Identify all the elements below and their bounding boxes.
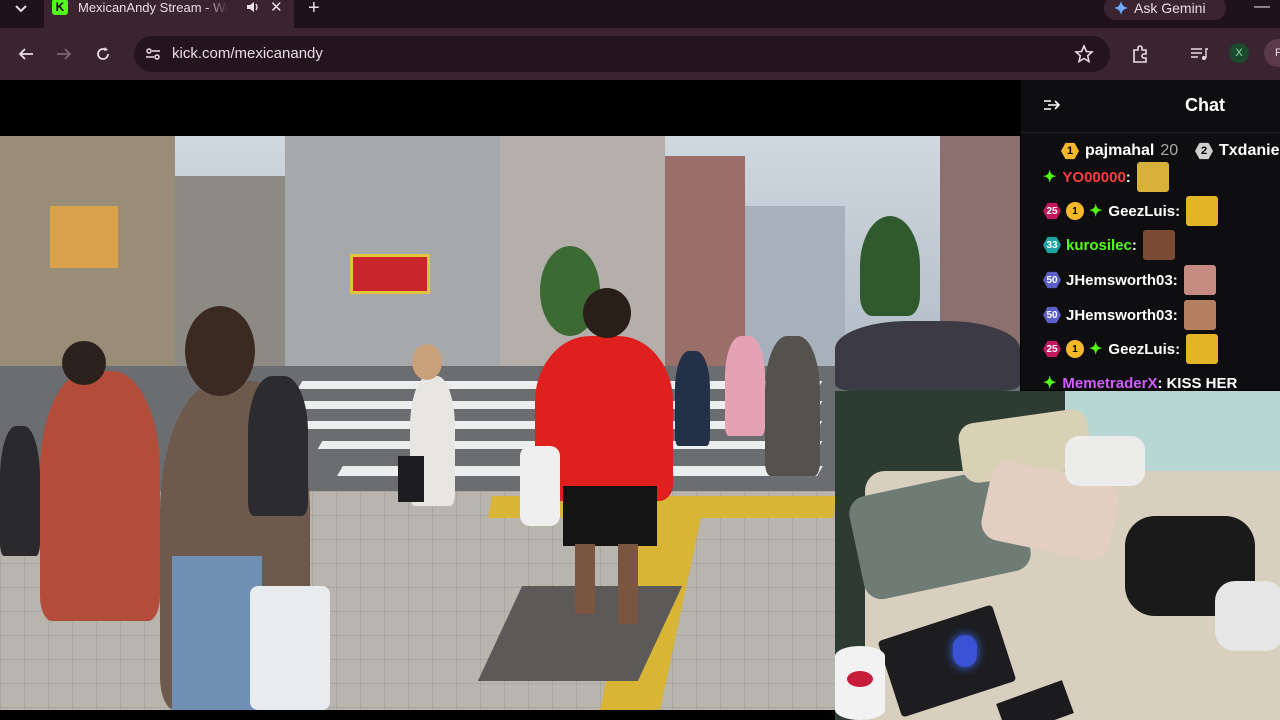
pedestrian <box>765 336 820 476</box>
chat-message[interactable]: 50 JHemsworth03: <box>1043 298 1216 332</box>
extensions-icon[interactable] <box>1131 44 1151 64</box>
gemini-label: Ask Gemini <box>1134 0 1206 16</box>
chat-message[interactable]: ✦ YO00000: <box>1043 160 1169 194</box>
browser-toolbar: kick.com/mexicanandy <box>0 28 1280 80</box>
subscriber-badge-icon: 50 <box>1043 271 1061 289</box>
pedestrian <box>248 376 308 516</box>
leaderboard-user: pajmahal <box>1085 142 1155 159</box>
emote-face-gold-icon <box>1186 196 1219 226</box>
star-icon[interactable] <box>1074 44 1094 64</box>
legs <box>575 544 595 614</box>
building <box>665 156 745 366</box>
pedestrian <box>40 371 160 621</box>
shop-sign <box>350 254 430 294</box>
chat-username[interactable]: JHemsworth03 <box>1066 307 1173 324</box>
plastic-bag <box>520 446 560 526</box>
reload-icon[interactable] <box>93 44 113 64</box>
blanket <box>1215 581 1280 651</box>
emote-face-brown-icon <box>1142 230 1175 260</box>
kick-favicon-icon: K <box>52 0 68 15</box>
suitcase <box>398 456 424 502</box>
chat-message[interactable]: 33 kurosilec: <box>1043 228 1175 262</box>
account-avatar[interactable]: X <box>1229 43 1249 63</box>
webcam-overlay <box>835 391 1280 720</box>
chat-username[interactable]: GeezLuis <box>1108 341 1175 358</box>
leaderboard-user: Txdaniel <box>1219 142 1280 159</box>
pedestrian <box>0 426 40 556</box>
audio-icon[interactable] <box>245 0 261 15</box>
tab-list-icon[interactable] <box>10 0 32 18</box>
chat-separator: : <box>1175 340 1181 358</box>
address-bar[interactable]: kick.com/mexicanandy <box>134 36 1110 72</box>
tab-strip: K MexicanAndy Stream - Watch ✕ + Ask Gem… <box>0 0 1280 28</box>
plus-icon[interactable]: + <box>308 0 320 20</box>
chat-panel: Chat 1 pajmahal 20 2 Txdaniel ✦ YO00000:2… <box>1021 80 1280 390</box>
gift-badge-icon: 1 <box>1066 340 1084 358</box>
pedestrian <box>725 336 765 436</box>
leaderboard-item[interactable]: 1 pajmahal 20 <box>1061 142 1178 160</box>
chat-header: Chat <box>1021 80 1280 132</box>
chat-username[interactable]: YO00000 <box>1062 169 1125 186</box>
chat-username[interactable]: kurosilec <box>1066 237 1132 254</box>
subscriber-badge-icon: 50 <box>1043 306 1061 324</box>
chat-username[interactable]: GeezLuis <box>1108 203 1175 220</box>
url-text: kick.com/mexicanandy <box>172 45 323 62</box>
billboard <box>50 206 118 268</box>
emote-lips-icon <box>1183 265 1216 295</box>
chat-text: KISS HER <box>1166 374 1238 391</box>
rank-badge-icon: 1 <box>1061 142 1079 160</box>
chat-message[interactable]: 25 1 ✦ GeezLuis: <box>1043 332 1219 366</box>
tab-title: MexicanAndy Stream - Watch <box>78 0 228 15</box>
subscriber-badge-icon: 33 <box>1043 236 1061 254</box>
site-info-icon[interactable] <box>144 45 162 63</box>
emote-sunglasses-icon <box>1136 162 1169 192</box>
forward-arrow-icon[interactable] <box>54 44 74 64</box>
pillow <box>1065 436 1145 486</box>
og-sparkle-icon: ✦ <box>1043 375 1057 390</box>
chat-separator: : <box>1172 306 1178 324</box>
close-icon[interactable]: ✕ <box>270 0 283 16</box>
pedestrian <box>675 351 710 446</box>
chat-username[interactable]: MemetraderX <box>1062 375 1157 391</box>
legs <box>618 544 638 624</box>
gemini-sparkle-icon <box>1114 1 1128 15</box>
emote-man-face-icon <box>1183 300 1216 330</box>
jeans <box>172 556 262 710</box>
leaderboard-item[interactable]: 2 Txdaniel <box>1195 142 1280 160</box>
og-sparkle-icon: ✦ <box>1089 341 1103 358</box>
chat-separator: : <box>1175 202 1181 220</box>
subscriber-badge-icon: 25 <box>1043 340 1061 358</box>
media-controls-icon[interactable] <box>1189 44 1209 64</box>
leaderboard-count: 20 <box>1160 142 1179 159</box>
minimize-icon[interactable]: — <box>1254 0 1270 16</box>
subscriber-badge-icon: 25 <box>1043 202 1061 220</box>
shorts <box>563 486 657 546</box>
chat-separator: : <box>1157 374 1163 391</box>
chat-username[interactable]: JHemsworth03 <box>1066 272 1173 289</box>
chat-message[interactable]: 25 1 ✦ GeezLuis: <box>1043 194 1219 228</box>
rank-badge-icon: 2 <box>1195 142 1213 160</box>
pedestrian <box>835 321 1020 391</box>
chat-separator: : <box>1172 271 1178 289</box>
gift-badge-icon: 1 <box>1066 202 1084 220</box>
og-sparkle-icon: ✦ <box>1043 169 1057 186</box>
chat-separator: : <box>1125 168 1131 186</box>
chat-title: Chat <box>1185 95 1225 115</box>
back-arrow-icon[interactable] <box>16 44 36 64</box>
chat-separator: : <box>1131 236 1137 254</box>
chat-message[interactable]: 50 JHemsworth03: <box>1043 263 1216 297</box>
active-tab[interactable]: K MexicanAndy Stream - Watch ✕ <box>44 0 294 28</box>
shopping-bag <box>250 586 330 710</box>
og-sparkle-icon: ✦ <box>1089 203 1103 220</box>
tree <box>860 216 920 316</box>
emote-face-gold-icon <box>1186 334 1219 364</box>
collapse-chat-icon[interactable] <box>1043 98 1061 112</box>
building <box>285 136 500 366</box>
chat-message[interactable]: ✦ MemetraderX: KISS HER <box>1043 366 1238 391</box>
mouse-icon <box>953 635 977 667</box>
ask-gemini-button[interactable]: Ask Gemini <box>1104 0 1226 20</box>
